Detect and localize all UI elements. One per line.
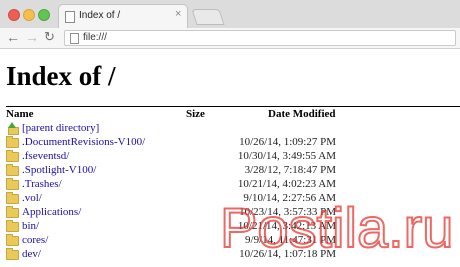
parent-directory-row: [parent directory] [0, 122, 460, 136]
entry-date: 9/9/14, 11:47:31 PM [245, 234, 336, 246]
browser-toolbar: ← → ↻ file:/// [0, 28, 460, 49]
new-tab-button[interactable] [191, 9, 225, 25]
entry-link[interactable]: .fseventsd/ [22, 150, 69, 162]
table-row: cores/ 9/9/14, 11:47:31 PM [0, 234, 460, 248]
entry-date: 9/10/14, 2:27:56 AM [243, 192, 336, 204]
entry-date: 10/26/14, 1:09:27 PM [239, 136, 336, 148]
parent-directory-link[interactable]: [parent directory] [22, 122, 99, 134]
table-row: .fseventsd/ 10/30/14, 3:49:55 AM [0, 150, 460, 164]
folder-icon [6, 136, 19, 148]
table-row: bin/ 10/21/14, 3:42:13 AM [0, 220, 460, 234]
column-header-size[interactable]: Size [186, 108, 205, 120]
page-icon [65, 11, 75, 23]
close-tab-icon[interactable]: × [175, 8, 181, 20]
column-header-name[interactable]: Name [6, 108, 34, 120]
tab-title: Index of / [79, 10, 121, 21]
entry-date: 10/21/14, 3:42:13 AM [237, 220, 336, 232]
folder-icon [6, 150, 19, 162]
minimize-window-button[interactable] [23, 9, 35, 21]
folder-icon [6, 248, 19, 260]
entry-date: 10/30/14, 3:49:55 AM [237, 150, 336, 162]
entry-date: 10/21/14, 4:02:23 AM [237, 178, 336, 190]
entry-link[interactable]: Applications/ [22, 206, 81, 218]
folder-icon [6, 164, 19, 176]
close-window-button[interactable] [8, 9, 20, 21]
forward-arrow-icon[interactable]: → [25, 30, 39, 44]
folder-icon [6, 178, 19, 190]
entry-date: 10/23/14, 3:57:33 PM [239, 206, 336, 218]
table-row: .Trashes/ 10/21/14, 4:02:23 AM [0, 178, 460, 192]
entry-link[interactable]: dev/ [22, 248, 41, 260]
address-bar[interactable]: file:/// [64, 30, 456, 46]
back-arrow-icon[interactable]: ← [6, 30, 20, 44]
entry-link[interactable]: .DocumentRevisions-V100/ [22, 136, 145, 148]
entry-link[interactable]: .vol/ [22, 192, 42, 204]
zoom-window-button[interactable] [38, 9, 50, 21]
reload-icon[interactable]: ↻ [44, 30, 55, 44]
table-row: Applications/ 10/23/14, 3:57:33 PM [0, 206, 460, 220]
entry-link[interactable]: bin/ [22, 220, 39, 232]
folder-icon [6, 206, 19, 218]
table-row: .DocumentRevisions-V100/ 10/26/14, 1:09:… [0, 136, 460, 150]
entry-link[interactable]: cores/ [22, 234, 48, 246]
table-row: .vol/ 9/10/14, 2:27:56 AM [0, 192, 460, 206]
up-folder-icon [6, 122, 19, 135]
column-header-date[interactable]: Date Modified [268, 108, 336, 120]
table-row: .Spotlight-V100/ 3/28/12, 7:18:47 PM [0, 164, 460, 178]
page-title: Index of / [6, 61, 116, 91]
entry-date: 10/26/14, 1:07:18 PM [239, 248, 336, 260]
directory-listing: [parent directory] .DocumentRevisions-V1… [0, 122, 460, 262]
browser-tab[interactable]: Index of / × [58, 4, 188, 30]
page-icon [70, 33, 79, 44]
folder-icon [6, 234, 19, 246]
entry-link[interactable]: .Trashes/ [22, 178, 62, 190]
table-row: dev/ 10/26/14, 1:07:18 PM [0, 248, 460, 262]
folder-icon [6, 192, 19, 204]
entry-link[interactable]: .Spotlight-V100/ [22, 164, 96, 176]
window-titlebar: Index of / × [0, 0, 460, 30]
header-divider [6, 106, 460, 107]
page-content: Index of / Name Size Date Modified [pare… [0, 49, 460, 261]
address-text[interactable]: file:/// [83, 32, 107, 43]
entry-date: 3/28/12, 7:18:47 PM [244, 164, 336, 176]
folder-icon [6, 220, 19, 232]
